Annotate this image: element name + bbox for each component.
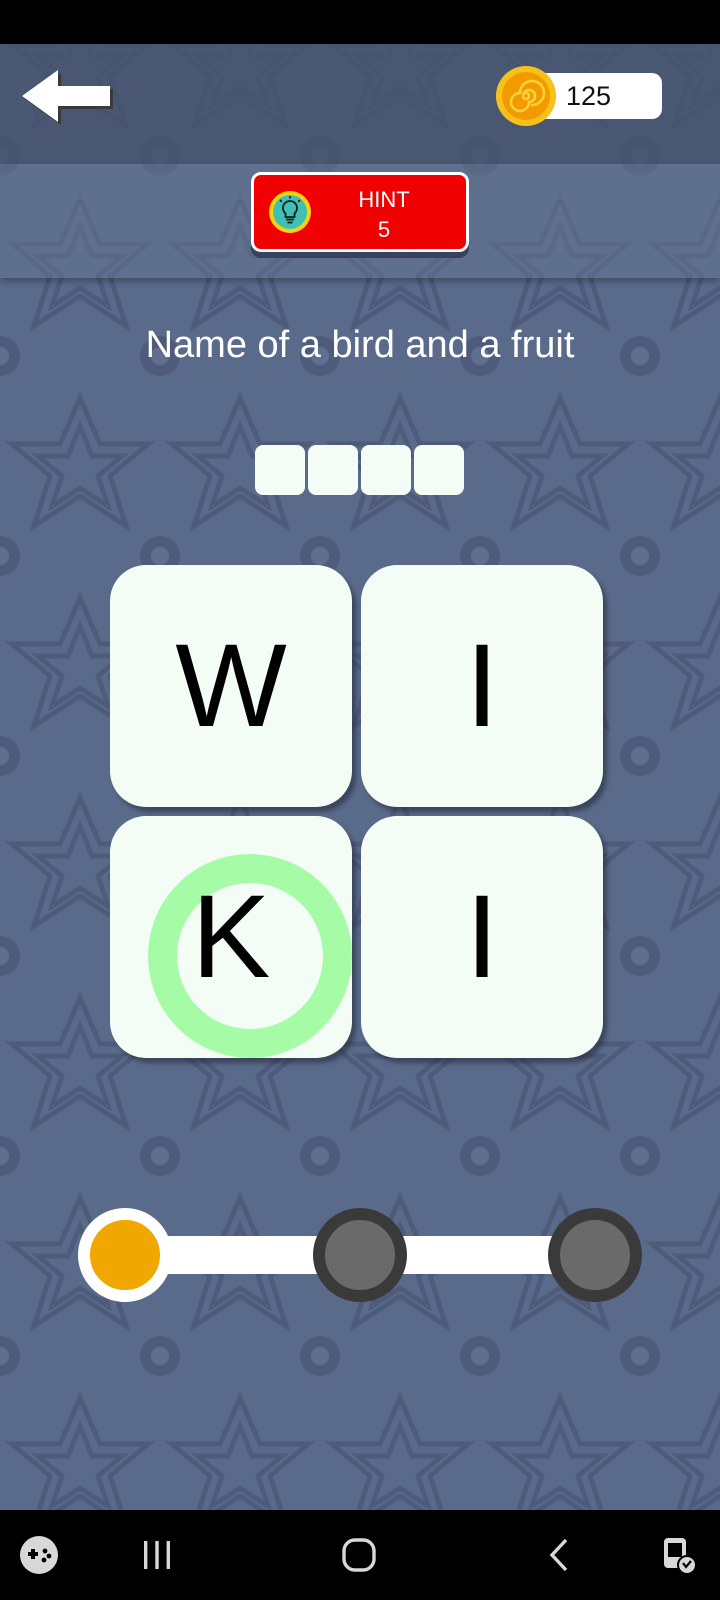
system-nav-bar <box>0 1510 720 1600</box>
tile-letter: I <box>465 620 499 752</box>
hint-label: HINT <box>358 187 410 212</box>
accessibility-icon[interactable] <box>656 1532 702 1578</box>
tile-letter: I <box>465 871 499 1003</box>
answer-slot-3[interactable] <box>361 445 411 495</box>
letter-tile-2[interactable]: I <box>361 565 603 807</box>
progress-step-3 <box>548 1208 642 1302</box>
recent-apps-icon[interactable] <box>134 1532 180 1578</box>
home-icon[interactable] <box>336 1532 382 1578</box>
game-launcher-icon[interactable] <box>16 1532 62 1578</box>
tile-letter: W <box>175 620 287 752</box>
letter-tile-3[interactable]: K <box>110 816 352 1058</box>
letter-tile-4[interactable]: I <box>361 816 603 1058</box>
coin-count: 125 <box>566 81 612 111</box>
hint-count: 5 <box>377 217 391 242</box>
progress-step-1 <box>78 1208 172 1302</box>
coin-icon <box>494 64 558 128</box>
answer-slot-1[interactable] <box>255 445 305 495</box>
tile-letter: K <box>191 871 271 1003</box>
answer-slots <box>255 445 465 495</box>
back-button[interactable] <box>18 66 118 126</box>
arrow-left-icon <box>22 70 113 125</box>
answer-slot-4[interactable] <box>414 445 464 495</box>
status-bar <box>0 0 720 44</box>
letter-tile-1[interactable]: W <box>110 565 352 807</box>
lightbulb-icon <box>268 190 312 234</box>
hint-button[interactable]: HINT 5 <box>251 172 469 252</box>
answer-slot-2[interactable] <box>308 445 358 495</box>
back-nav-icon[interactable] <box>536 1532 582 1578</box>
question-text: Name of a bird and a fruit <box>145 324 575 366</box>
progress-step-2 <box>313 1208 407 1302</box>
